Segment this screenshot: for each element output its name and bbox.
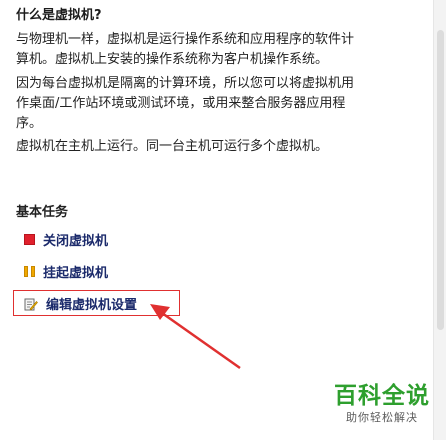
annotation-arrow-icon (150, 304, 241, 370)
watermark-main: 百科全说 (334, 383, 430, 409)
watermark-logo: 百科全说 助你轻松解决 (334, 382, 430, 426)
scrollbar[interactable] (433, 0, 446, 440)
watermark-sub: 助你轻松解决 (346, 411, 418, 424)
scrollbar-thumb[interactable] (437, 30, 444, 330)
